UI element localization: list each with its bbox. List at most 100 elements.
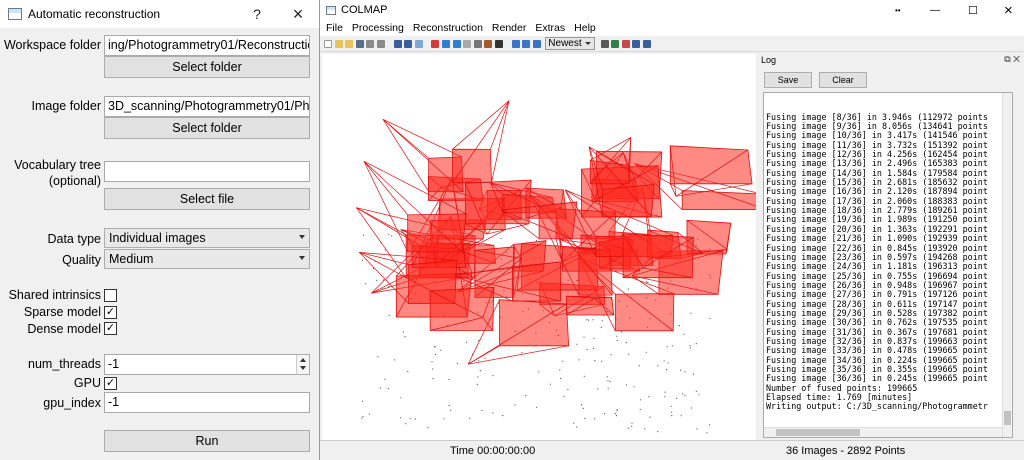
new-project-icon[interactable] [324,39,332,48]
point [368,413,370,415]
log-line: Writing output: C:/3D_scanning/Photogram… [766,401,988,412]
point [586,348,588,351]
bundle-adjust-icon[interactable] [484,39,493,48]
dock-float-close-icon[interactable]: ⧉ ✕ [1004,54,1020,65]
num-threads-value: -1 [108,357,120,371]
log-save-button[interactable]: Save [764,72,812,88]
camera-frustum [429,286,495,331]
step-icon[interactable] [452,39,461,48]
select-file-button[interactable]: Select file [104,188,310,210]
point [620,331,622,333]
log-icon[interactable] [632,39,641,48]
settings-icon[interactable] [643,39,652,48]
data-type-select[interactable]: Individual images [104,228,310,248]
point [479,370,481,372]
gpu-checkbox[interactable]: ✓ [104,377,117,390]
grab-image-icon[interactable] [600,39,609,48]
log-horizontal-scrollbar[interactable] [764,427,1002,437]
menu-render[interactable]: Render [492,22,526,34]
gpu-index-input[interactable]: -1 [104,392,310,413]
point [514,404,516,406]
feature-extraction-icon[interactable] [393,39,402,48]
3d-viewport[interactable] [322,54,767,440]
reset-icon[interactable] [473,39,482,48]
minimize-button[interactable]: — [930,5,940,16]
menu-reconstruction[interactable]: Reconstruction [413,22,483,34]
point [670,405,672,407]
window-app-icon [8,8,22,20]
point [601,360,603,362]
dense-model-checkbox[interactable]: ✓ [104,322,117,335]
point [567,388,569,391]
model-stats-icon[interactable] [522,39,531,48]
vocab-tree-optional-label: (optional) [48,174,101,188]
render-options-icon[interactable] [511,39,520,48]
close-window-button[interactable]: × [1004,2,1013,19]
close-dialog-button[interactable]: × [281,0,315,28]
spin-down-icon[interactable] [300,366,306,370]
menu-extras[interactable]: Extras [535,22,565,34]
spin-up-icon[interactable] [300,358,306,362]
run-button[interactable]: Run [104,430,310,452]
select-workspace-folder-button[interactable]: Select folder [104,56,310,78]
num-threads-spinbox[interactable]: -1 [104,354,310,375]
maximize-button[interactable]: ☐ [968,4,978,17]
log-clear-button[interactable]: Clear [819,72,867,88]
point [477,376,479,378]
vocab-tree-input[interactable] [104,161,310,182]
save-project-icon[interactable] [355,39,364,48]
import-icon[interactable] [366,39,375,48]
spin-buttons[interactable] [296,355,309,374]
open-project-icon[interactable] [334,39,343,48]
help-button[interactable]: ? [240,0,274,28]
point [627,288,629,290]
point [597,388,599,390]
point [492,412,494,414]
database-icon[interactable] [414,39,423,48]
grab-movie-icon[interactable] [611,39,620,48]
point [400,417,402,419]
point [592,319,594,321]
point [678,325,680,327]
pause-icon[interactable] [463,39,472,48]
sparse-model-checkbox[interactable]: ✓ [104,306,117,319]
point [409,417,411,419]
image-folder-value: 3D_scanning/Photogrammetry01/Photo [108,99,310,113]
point [647,281,649,283]
point [696,428,698,430]
point [649,416,651,418]
status-time: Time 00:00:00:00 [450,445,536,457]
camera-frustum [407,213,467,253]
export-icon[interactable] [376,39,385,48]
point [671,415,673,417]
shared-intrinsics-checkbox[interactable] [104,289,117,302]
point [456,362,459,364]
quality-select[interactable]: Medium [104,249,310,269]
point [616,339,618,342]
select-image-folder-button[interactable]: Select folder [104,117,310,139]
point [525,395,527,397]
edit-project-icon[interactable] [345,39,354,48]
point [484,357,486,359]
log-textarea[interactable]: Fusing image [8/36] in 3.946s (112972 po… [763,92,1013,438]
point [709,317,711,320]
workspace-folder-input[interactable]: ing/Photogrammetry01/Reconstruction [104,35,310,56]
dense-icon[interactable] [494,39,503,48]
model-selector[interactable]: Newest [545,37,595,50]
undistort-icon[interactable] [621,39,630,48]
menu-help[interactable]: Help [574,22,596,34]
point [559,369,561,371]
match-matrix-icon[interactable] [532,39,541,48]
vocab-tree-label: Vocabulary tree [14,158,101,172]
point [466,341,468,343]
menu-processing[interactable]: Processing [352,22,404,34]
menu-file[interactable]: File [326,22,343,34]
image-folder-input[interactable]: 3D_scanning/Photogrammetry01/Photo [104,96,310,117]
feature-matching-icon[interactable] [404,39,413,48]
sparse-model-render[interactable] [322,54,767,440]
play-icon[interactable] [441,39,450,48]
point [689,347,691,349]
reconstruction-icon[interactable] [431,39,440,48]
log-vertical-scrollbar[interactable] [1002,93,1012,437]
point [562,360,564,362]
